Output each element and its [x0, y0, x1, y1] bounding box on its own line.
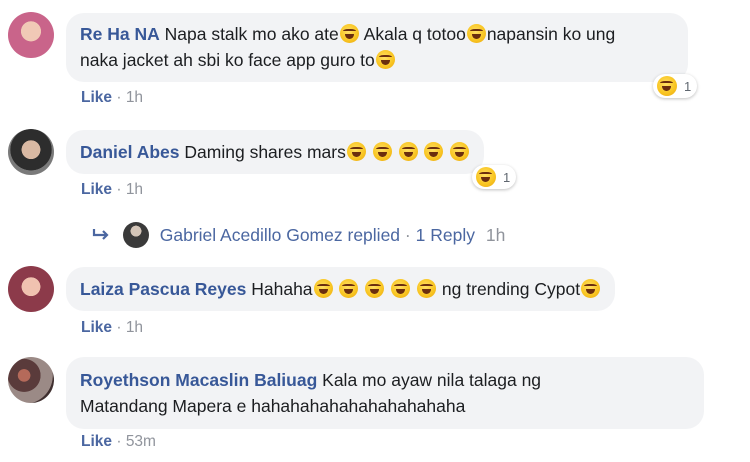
- laughing-emoji-icon: [398, 142, 418, 161]
- avatar[interactable]: [8, 129, 54, 175]
- comment-bubble: Royethson Macaslin Baliuag Kala mo ayaw …: [66, 357, 704, 429]
- comment-author[interactable]: Re Ha NA: [80, 24, 160, 44]
- comment-bubble: Daniel Abes Daming shares mars: [66, 130, 485, 174]
- like-link[interactable]: Like: [81, 319, 112, 336]
- replier-name[interactable]: Gabriel Acedillo Gomez: [160, 225, 343, 245]
- laughing-emoji-icon: [375, 50, 395, 69]
- reply-summary[interactable]: Gabriel Acedillo Gomez replied · 1 Reply…: [92, 222, 505, 248]
- comment-author[interactable]: Laiza Pascua Reyes: [80, 279, 246, 299]
- comment-actions: Like · 1h: [81, 89, 143, 107]
- reaction-count-value: 1: [684, 78, 692, 94]
- comment-bubble: Laiza Pascua Reyes Hahaha ng trending Cy…: [66, 267, 616, 311]
- comment-author[interactable]: Royethson Macaslin Baliuag: [80, 370, 317, 390]
- like-link[interactable]: Like: [81, 89, 112, 106]
- comment-actions: Like · 1h: [81, 181, 143, 199]
- comment-bubble: Re Ha NA Napa stalk mo ako ate Akala q t…: [66, 13, 688, 82]
- laughing-emoji-icon: [372, 142, 392, 161]
- separator: ·: [116, 319, 122, 336]
- reply-count[interactable]: 1 Reply: [416, 225, 475, 245]
- reaction-count-value: 1: [503, 169, 511, 185]
- comment-text: Hahaha: [251, 279, 313, 299]
- reply-arrow-icon: [92, 229, 109, 240]
- comment-text: ng trending Cypot: [441, 279, 581, 299]
- laughing-emoji-icon: [339, 279, 359, 298]
- separator: ·: [116, 181, 122, 198]
- laughing-emoji-icon: [450, 142, 470, 161]
- like-link[interactable]: Like: [81, 433, 112, 450]
- laughing-emoji-icon: [657, 76, 677, 96]
- avatar[interactable]: [8, 266, 54, 312]
- laughing-emoji-icon: [391, 279, 411, 298]
- like-link[interactable]: Like: [81, 181, 112, 198]
- comment-author[interactable]: Daniel Abes: [80, 142, 180, 162]
- comment-text: Daming shares mars: [184, 142, 346, 162]
- laughing-emoji-icon: [417, 279, 437, 298]
- replier-avatar[interactable]: [122, 222, 149, 248]
- avatar[interactable]: [8, 12, 54, 58]
- separator: ·: [116, 89, 122, 106]
- avatar[interactable]: [8, 357, 54, 403]
- comment-actions: Like · 1h: [81, 319, 143, 337]
- reaction-count[interactable]: 1: [653, 74, 698, 98]
- comment-time[interactable]: 1h: [126, 89, 143, 106]
- laughing-emoji-icon: [365, 279, 385, 298]
- laughing-emoji-icon: [346, 142, 366, 161]
- laughing-emoji-icon: [313, 279, 333, 298]
- comment-text: Matandang Mapera e hahahahahahahahahahah…: [80, 396, 466, 416]
- laughing-emoji-icon: [476, 167, 496, 187]
- reply-time: 1h: [485, 225, 506, 245]
- comment-text: napansin ko ung: [486, 24, 616, 44]
- comment-text: naka jacket ah sbi ko face app guro to: [80, 50, 375, 70]
- comment-time[interactable]: 1h: [126, 181, 143, 198]
- laughing-emoji-icon: [466, 24, 486, 43]
- reply-verb[interactable]: replied: [348, 225, 401, 245]
- separator: ·: [116, 433, 122, 450]
- comment-time[interactable]: 1h: [126, 319, 143, 336]
- comment-text: Akala q totoo: [363, 24, 466, 44]
- reaction-count[interactable]: 1: [472, 165, 517, 189]
- laughing-emoji-icon: [339, 24, 359, 43]
- laughing-emoji-icon: [581, 279, 601, 298]
- comment-time[interactable]: 53m: [126, 433, 156, 450]
- laughing-emoji-icon: [424, 142, 444, 161]
- comment-text: Kala mo ayaw nila talaga ng: [322, 370, 542, 390]
- separator: ·: [404, 225, 411, 245]
- comment-actions: Like · 53m: [81, 433, 156, 451]
- comment-text: Napa stalk mo ako ate: [164, 24, 339, 44]
